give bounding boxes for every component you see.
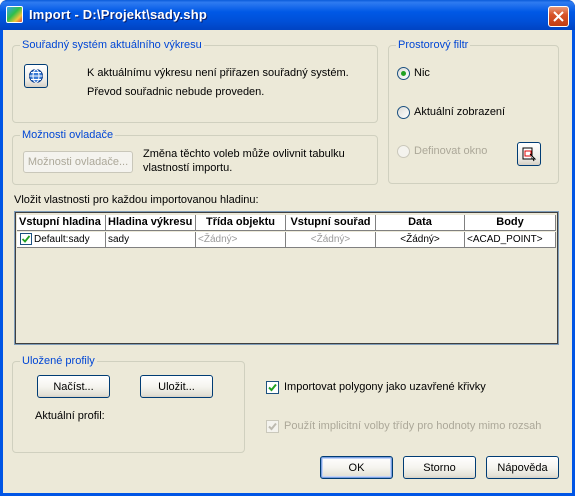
coord-system-label: Souřadný systém aktuálního výkresu (20, 39, 204, 51)
dialog-body: Souřadný systém aktuálního výkresu K akt… (3, 30, 572, 493)
spatial-filter-group: Prostorový filtr Nic Aktuální zobrazení … (388, 39, 559, 184)
help-button[interactable]: Nápověda (486, 456, 559, 479)
coord-system-note: Převod souřadnic nebude proveden. (87, 86, 265, 98)
check-icon (268, 422, 277, 431)
close-button[interactable] (548, 6, 569, 27)
driver-options-note-1: Změna těchto voleb může ovlivnit tabulku (143, 148, 345, 160)
implicit-class-label: Použít implicitní volby třídy pro hodnot… (284, 420, 542, 432)
row-checkbox[interactable] (20, 233, 32, 245)
cell-input-coord[interactable]: <Žádný> (286, 232, 376, 248)
app-icon (6, 6, 23, 23)
pick-window-icon (522, 147, 537, 162)
saved-profiles-label: Uložené profily (20, 355, 97, 367)
driver-options-group: Možnosti ovladače Možnosti ovladače... Z… (12, 129, 378, 185)
table-row[interactable]: Default:sady (17, 232, 106, 248)
driver-options-label: Možnosti ovladače (20, 129, 116, 141)
import-polygons-label[interactable]: Importovat polygony jako uzavřené křivky (284, 381, 486, 393)
filter-none-label[interactable]: Nic (414, 67, 430, 79)
globe-icon (29, 69, 43, 83)
layers-caption: Vložit vlastnosti pro každou importovano… (14, 194, 259, 206)
cell-points[interactable]: <ACAD_POINT> (465, 232, 556, 248)
implicit-class-checkbox (266, 420, 279, 433)
coord-system-message: K aktuálnímu výkresu není přiřazen souřa… (87, 67, 349, 79)
close-icon (553, 11, 564, 22)
filter-current-view-label[interactable]: Aktuální zobrazení (414, 106, 505, 118)
current-profile-label: Aktuální profil: (35, 410, 105, 422)
cell-object-class[interactable]: <Žádný> (196, 232, 286, 248)
col-data[interactable]: Data (376, 215, 465, 231)
driver-options-button: Možnosti ovladače... (23, 151, 133, 173)
import-dialog: Import - D:\Projekt\sady.shp Souřadný sy… (0, 0, 575, 496)
col-input-coord[interactable]: Vstupní souřad (286, 215, 376, 231)
cell-input-layer: Default:sady (34, 234, 90, 245)
load-profile-button[interactable]: Načíst... (37, 375, 110, 398)
import-polygons-checkbox[interactable] (266, 381, 279, 394)
layers-grid[interactable]: Vstupní hladina Hladina výkresu Třída ob… (14, 211, 559, 345)
saved-profiles-group: Uložené profily Načíst... Uložit... Aktu… (12, 355, 245, 453)
title-bar: Import - D:\Projekt\sady.shp (0, 0, 575, 30)
check-icon (21, 235, 31, 243)
col-drawing-layer[interactable]: Hladina výkresu (106, 215, 196, 231)
spatial-filter-label: Prostorový filtr (396, 39, 471, 51)
window-title: Import - D:\Projekt\sady.shp (29, 7, 207, 22)
filter-define-window-label: Definovat okno (414, 145, 488, 157)
pick-window-button[interactable] (517, 142, 541, 166)
save-profile-button[interactable]: Uložit... (140, 375, 213, 398)
col-object-class[interactable]: Třída objektu (196, 215, 286, 231)
driver-options-note-2: vlastností importu. (143, 162, 233, 174)
coord-system-button[interactable] (24, 64, 48, 88)
filter-current-view-radio[interactable] (397, 106, 410, 119)
cell-drawing-layer[interactable]: sady (106, 232, 196, 248)
ok-button[interactable]: OK (320, 456, 393, 479)
coord-system-group: Souřadný systém aktuálního výkresu K akt… (12, 39, 378, 123)
col-points[interactable]: Body (465, 215, 556, 231)
col-input-layer[interactable]: Vstupní hladina (17, 215, 106, 231)
filter-none-radio[interactable] (397, 67, 410, 80)
cancel-button[interactable]: Storno (403, 456, 476, 479)
check-icon (268, 383, 277, 392)
filter-define-window-radio (397, 145, 410, 158)
cell-data[interactable]: <Žádný> (376, 232, 465, 248)
